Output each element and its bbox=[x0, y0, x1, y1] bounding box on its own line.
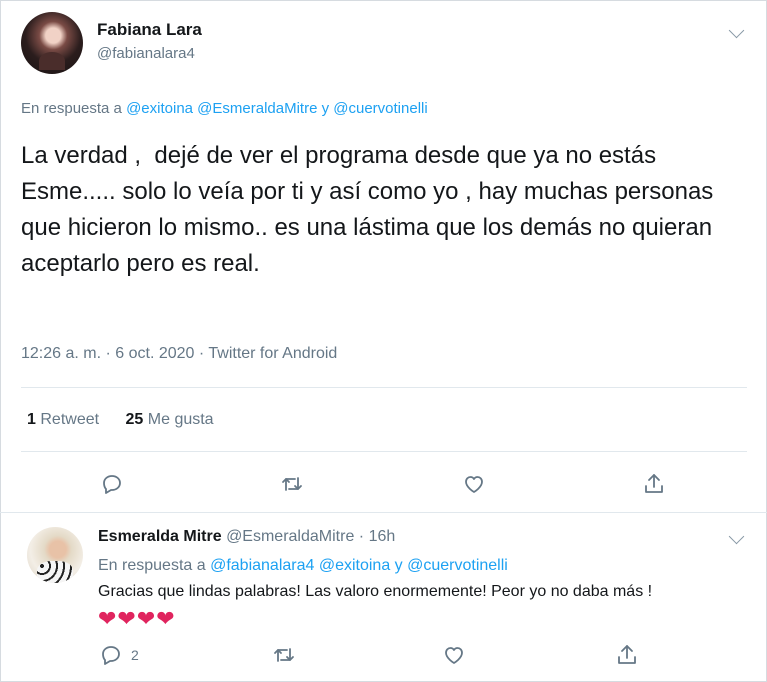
reply-button[interactable] bbox=[97, 641, 125, 669]
reply-header: Esmeralda Mitre @EsmeraldaMitre · 16h bbox=[98, 528, 395, 546]
author-handle[interactable]: @fabianalara4 bbox=[97, 45, 195, 62]
reply-mentions[interactable]: @fabianalara4 @exitoina y @cuervotinelli bbox=[210, 557, 508, 574]
like-icon bbox=[445, 647, 463, 664]
retweet-button[interactable] bbox=[270, 641, 298, 669]
heart-emoji: ❤❤❤❤ bbox=[98, 606, 176, 631]
divider bbox=[0, 512, 767, 513]
divider bbox=[21, 451, 747, 452]
separator: · bbox=[358, 528, 365, 545]
reply-button[interactable] bbox=[98, 470, 126, 498]
reply-count: 2 bbox=[131, 647, 139, 663]
divider bbox=[21, 387, 747, 388]
tweet-actions: 2 bbox=[0, 641, 767, 671]
author-name[interactable]: Esmeralda Mitre bbox=[98, 528, 222, 545]
like-count[interactable]: 25 bbox=[126, 411, 144, 428]
avatar[interactable] bbox=[27, 527, 83, 583]
share-icon bbox=[645, 474, 663, 493]
reply-icon bbox=[102, 646, 120, 665]
retweet-icon bbox=[282, 477, 302, 491]
retweet-icon bbox=[274, 648, 294, 662]
tweet-text: La verdad , dejé de ver el programa desd… bbox=[21, 142, 720, 277]
like-button[interactable] bbox=[440, 641, 468, 669]
tweet-meta[interactable]: 12:26 a. m. · 6 oct. 2020 · Twitter for … bbox=[21, 345, 337, 363]
avatar[interactable] bbox=[21, 12, 83, 74]
share-button[interactable] bbox=[640, 470, 668, 498]
share-button[interactable] bbox=[613, 641, 641, 669]
reply-mentions[interactable]: @exitoina @EsmeraldaMitre y @cuervotinel… bbox=[126, 100, 428, 117]
retweet-label[interactable]: Retweet bbox=[40, 411, 99, 428]
reply-context: En respuesta a @exitoina @EsmeraldaMitre… bbox=[21, 100, 428, 117]
reply-icon bbox=[103, 475, 121, 494]
like-icon bbox=[465, 476, 483, 493]
tweet-actions bbox=[0, 470, 767, 500]
share-icon bbox=[618, 645, 636, 664]
reply-prefix: En respuesta a bbox=[98, 557, 211, 574]
tweet-text: Gracias que lindas palabras! Las valoro … bbox=[98, 583, 653, 600]
reply-context: En respuesta a @fabianalara4 @exitoina y… bbox=[98, 557, 508, 575]
author-handle[interactable]: @EsmeraldaMitre bbox=[226, 528, 354, 545]
author-name[interactable]: Fabiana Lara bbox=[97, 20, 202, 40]
reply-prefix: En respuesta a bbox=[21, 100, 127, 117]
like-label[interactable]: Me gusta bbox=[148, 411, 214, 428]
tweet-stats: 1 Retweet 25 Me gusta bbox=[27, 411, 214, 429]
retweet-count[interactable]: 1 bbox=[27, 411, 36, 428]
like-button[interactable] bbox=[460, 470, 488, 498]
tweet-time[interactable]: 16h bbox=[369, 528, 396, 545]
retweet-button[interactable] bbox=[278, 470, 306, 498]
